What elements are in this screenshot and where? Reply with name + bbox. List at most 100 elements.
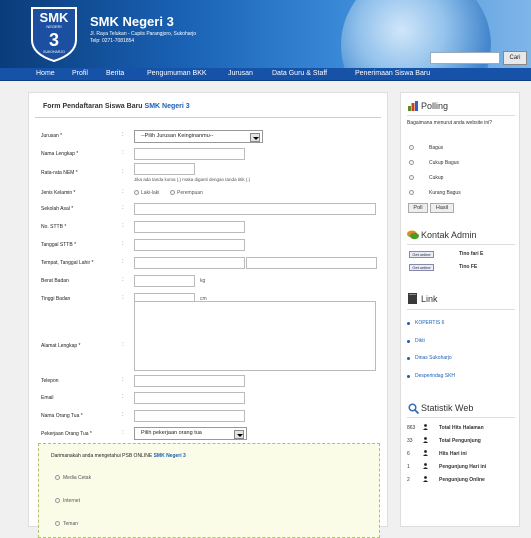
sttb-label: No. STTB *: [41, 224, 67, 230]
telepon-label: Telepon: [41, 378, 59, 384]
telepon-input[interactable]: [134, 375, 245, 387]
sekolah-label: Sekolah Asal *: [41, 206, 74, 212]
school-address: Jl. Raya Telukan - Cupiis Parangjoro, Su…: [90, 31, 196, 45]
chevron-down-icon[interactable]: [234, 430, 244, 439]
ortu-input[interactable]: [134, 410, 245, 422]
radio-internet[interactable]: [55, 498, 60, 503]
stat-label: Pengunjung Online: [439, 477, 485, 483]
poll-radio-bagus[interactable]: [409, 145, 414, 150]
online-status-badge[interactable]: Get online: [409, 251, 434, 258]
divider: [407, 244, 515, 245]
tanggal-lahir-input[interactable]: [246, 257, 377, 269]
colon: :: [122, 430, 124, 436]
nav-pengumuman-bkk[interactable]: Pengumuman BKK: [147, 70, 207, 77]
link-desperindag-skh[interactable]: Desperindag SKH: [415, 373, 455, 379]
colon: :: [122, 223, 124, 229]
link-kopertis-6[interactable]: KOPERTIS 6: [415, 320, 444, 326]
sidebar: Polling Bagaimana menurut anda website i…: [400, 92, 520, 527]
chat-icon: [407, 230, 419, 240]
nama-input[interactable]: [134, 148, 245, 160]
colon: :: [122, 342, 124, 348]
user-icon: [423, 476, 428, 482]
nav-penerimaan-siswa-baru[interactable]: Penerimaan Siswa Baru: [355, 70, 430, 77]
bullet: [407, 357, 410, 360]
email-field[interactable]: [134, 392, 245, 404]
stat-value: 2: [407, 477, 410, 483]
main-nav: Home Profil Berita Pengumuman BKK Jurusa…: [0, 68, 531, 81]
nem-hint: Jika ada tanda koma (,) maka diganti den…: [134, 177, 251, 182]
search-input[interactable]: [430, 52, 500, 64]
magnifier-icon: [408, 403, 419, 414]
radio-media-cetak[interactable]: [55, 475, 60, 480]
search-button[interactable]: Cari: [503, 51, 527, 65]
stat-label: Hits Hari ini: [439, 451, 467, 457]
stat-value: 6: [407, 451, 410, 457]
form-title: Form Pendaftaran Siswa Baru SMK Negeri 3: [43, 103, 190, 110]
admin-name[interactable]: Tino fari E: [459, 251, 483, 257]
radio-laki-laki-label: Laki-laki: [141, 190, 160, 196]
colon: :: [122, 259, 124, 265]
berat-label: Berat Badan: [41, 278, 69, 284]
nav-home[interactable]: Home: [36, 70, 55, 77]
stat-title: Statistik Web: [421, 403, 474, 413]
sttb-input[interactable]: [134, 221, 245, 233]
nav-jurusan[interactable]: Jurusan: [228, 70, 253, 77]
address-line: Jl. Raya Telukan - Cupiis Parangjoro, Su…: [90, 31, 197, 37]
jurusan-select[interactable]: --Pilih Jurusan Keinginanmu--: [134, 130, 263, 143]
poll-button[interactable]: Poll: [408, 203, 428, 213]
radio-perempuan[interactable]: [170, 190, 175, 195]
colon: :: [122, 394, 124, 400]
link-dinas-sukoharjo[interactable]: Dinas Sukoharjo: [415, 355, 452, 361]
chevron-down-icon[interactable]: [250, 133, 260, 142]
tgl-sttb-input[interactable]: [134, 239, 245, 251]
user-icon: [423, 437, 428, 443]
nav-berita[interactable]: Berita: [106, 70, 124, 77]
email-label: Email: [41, 395, 54, 401]
nem-input[interactable]: [134, 163, 195, 175]
pekerjaan-select[interactable]: Pilih pekerjaan orang tua: [134, 427, 247, 440]
online-status-badge[interactable]: Get online: [409, 264, 434, 271]
poll-radio-cukup-bagus[interactable]: [409, 160, 414, 165]
alamat-textarea[interactable]: [134, 301, 376, 371]
link-dikti[interactable]: Dikti: [415, 338, 425, 344]
admin-name[interactable]: Tino FE: [459, 264, 477, 270]
tempat-lahir-input[interactable]: [134, 257, 245, 269]
berat-input[interactable]: [134, 275, 195, 287]
tinggi-label: Tinggi Badan: [41, 296, 71, 302]
sekolah-input[interactable]: [134, 203, 376, 215]
colon: :: [122, 295, 124, 301]
poll-option-cukup: Cukup: [429, 175, 444, 181]
source-question-box: Darimanakah anda mengetahui PSB ONLINE S…: [38, 443, 380, 538]
nav-data-guru-staff[interactable]: Data Guru & Staff: [272, 70, 327, 77]
book-icon: [408, 293, 417, 304]
stat-value: 863: [407, 425, 416, 431]
bar-chart-icon: [408, 101, 418, 111]
radio-teman[interactable]: [55, 521, 60, 526]
pekerjaan-value: Pilih pekerjaan orang tua: [141, 430, 202, 436]
form-title-school: SMK Negeri 3: [144, 103, 190, 110]
user-icon: [423, 450, 428, 456]
logo-number: 3: [49, 30, 59, 50]
source-question-text: Darimanakah anda mengetahui PSB ONLINE: [51, 453, 153, 459]
poll-radio-kurang-bagus[interactable]: [409, 190, 414, 195]
option-teman: Teman: [63, 521, 79, 527]
poll-radio-cukup[interactable]: [409, 175, 414, 180]
colon: :: [122, 132, 124, 138]
hasil-button[interactable]: Hasil: [430, 203, 454, 213]
nav-profil[interactable]: Profil: [72, 70, 88, 77]
stat-label: Total Pengunjung: [439, 438, 481, 444]
pekerjaan-label: Pekerjaan Orang Tua *: [41, 431, 92, 437]
user-icon: [423, 424, 428, 430]
colon: :: [122, 412, 124, 418]
polling-question: Bagaimana menurut anda website ini?: [407, 120, 493, 126]
school-logo[interactable]: SMK NEGERI 3 SUKOHARJO: [28, 6, 80, 63]
site-name[interactable]: SMK Negeri 3: [90, 14, 174, 29]
radio-laki-laki[interactable]: [134, 190, 139, 195]
tgl-sttb-label: Tanggal STTB *: [41, 242, 77, 248]
kontak-title: Kontak Admin: [421, 230, 477, 240]
source-question: Darimanakah anda mengetahui PSB ONLINE S…: [51, 453, 186, 459]
stat-label: Total Hits Halaman: [439, 425, 484, 431]
divider: [407, 309, 515, 310]
logo-sub: NEGERI: [46, 24, 61, 29]
option-internet: Internet: [63, 498, 80, 504]
